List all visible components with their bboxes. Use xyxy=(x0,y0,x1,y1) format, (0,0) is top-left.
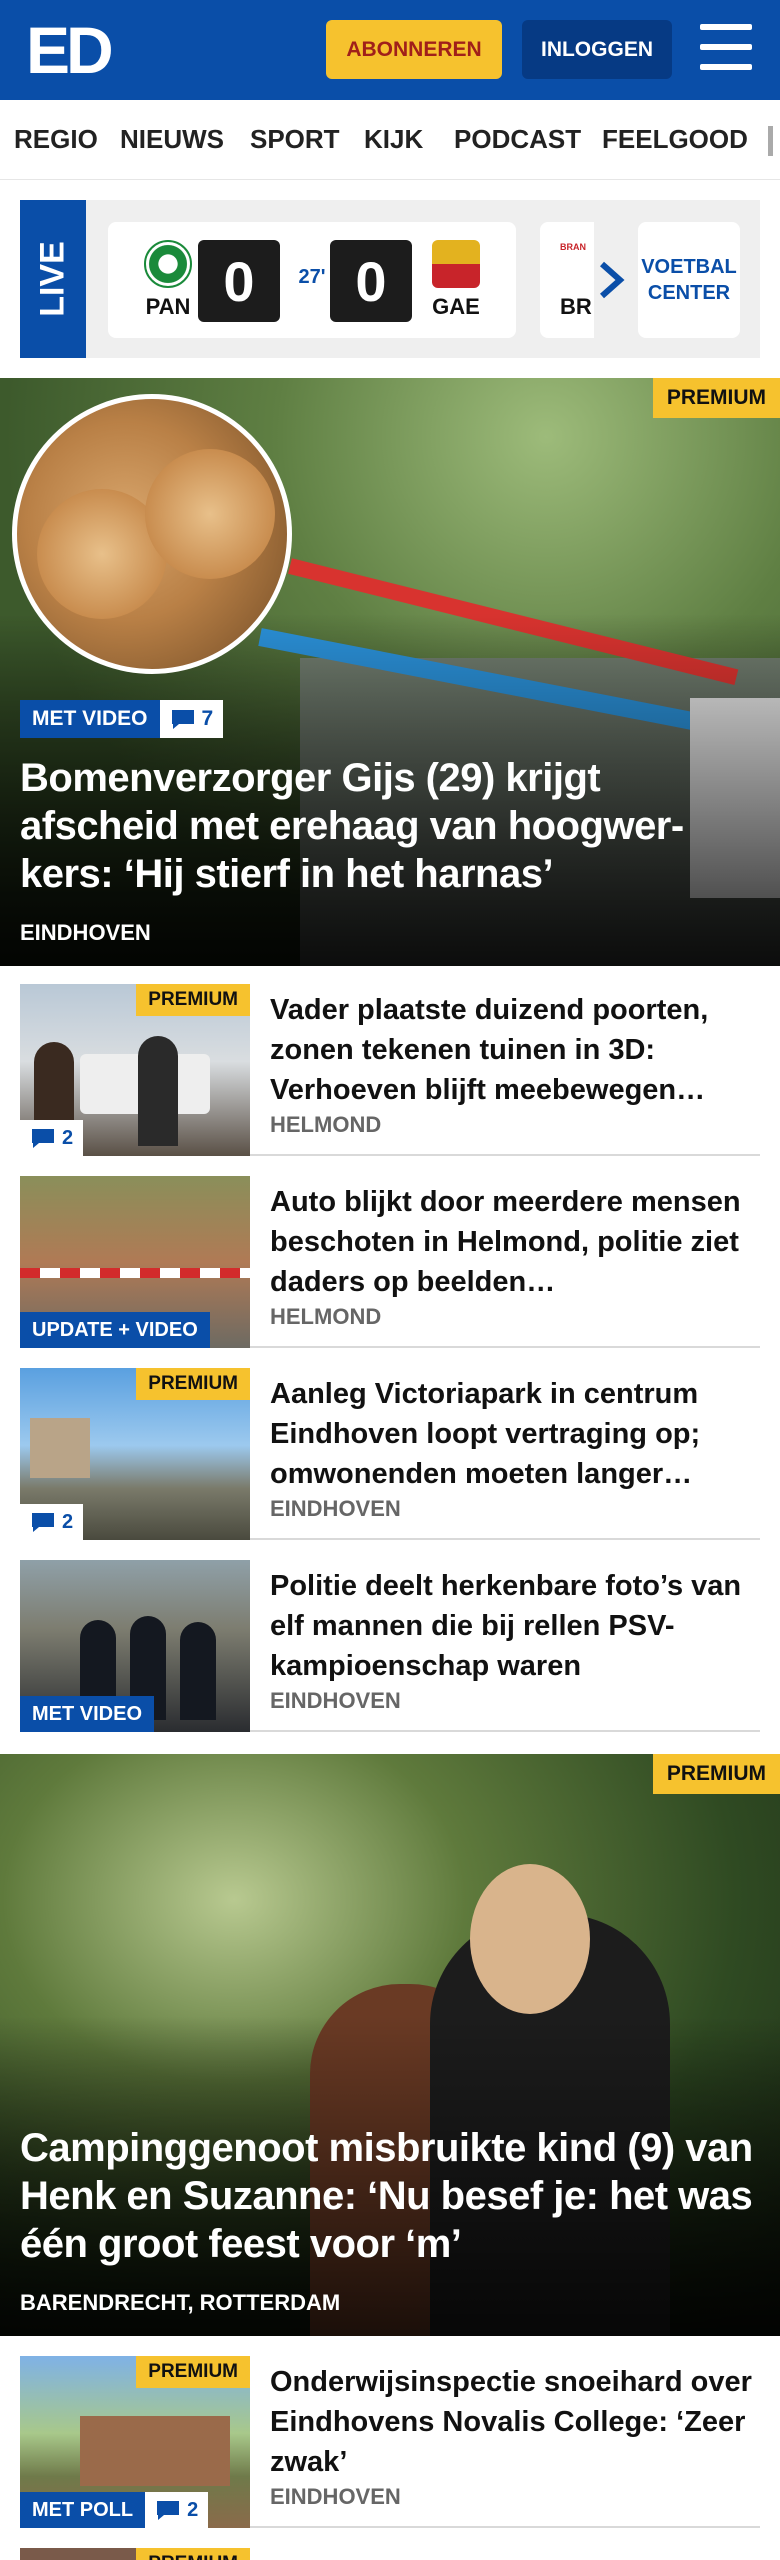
nav-item-kijk[interactable]: KIJK xyxy=(364,124,423,155)
featured-article[interactable]: PREMIUM Campinggenoot misbruikte kind (9… xyxy=(0,1754,780,2336)
article-location: EINDHOVEN xyxy=(270,2484,401,2509)
comment-bubble-icon xyxy=(171,710,194,729)
list-item[interactable]: PREMIUM 2 Vader plaatste duizend poorten… xyxy=(20,984,760,1156)
voetbalcenter-line1: VOETBAL xyxy=(641,256,737,278)
thumb-badges: 2 xyxy=(20,1504,84,1540)
article-location: EINDHOVEN xyxy=(270,1688,401,1713)
article-thumbnail: PREMIUM 2 xyxy=(20,1368,250,1540)
article-thumbnail: UPDATE + VIDEO xyxy=(20,1176,250,1348)
nav-item-sport[interactable]: SPORT xyxy=(250,124,340,155)
section-nav: REGIO NIEUWS SPORT KIJK PODCAST FEELGOOD xyxy=(0,100,780,180)
thumb-person xyxy=(138,1036,178,1146)
comment-bubble-icon xyxy=(32,1129,54,1148)
home-crest-icon xyxy=(144,240,192,288)
comment-count-text: 7 xyxy=(201,707,214,730)
site-header: ED ABONNEREN INLOGGEN xyxy=(0,0,780,100)
thumb-badges: UPDATE + VIDEO xyxy=(20,1312,210,1348)
article-location: HELMOND xyxy=(270,1112,382,1137)
live-label-text: LIVE xyxy=(33,241,72,317)
list-item[interactable]: UPDATE + VIDEO Auto blijkt door meerdere… xyxy=(20,1176,760,1348)
voetbalcenter-line2: CENTER xyxy=(647,282,731,304)
away-team-code: GAE xyxy=(432,294,480,319)
subscribe-button[interactable]: ABONNEREN xyxy=(326,20,502,79)
next-team-code: BR xyxy=(560,294,592,319)
comment-count-text: 2 xyxy=(62,1511,74,1533)
article-title[interactable]: Vader plaatste duizend poorten, zonen te… xyxy=(270,990,760,1110)
article-thumbnail: PREMIUM 2 xyxy=(20,984,250,1156)
premium-badge: PREMIUM xyxy=(136,1368,250,1400)
live-score-bar: LIVE PAN 0 27' 0 GAE BRAN BR VOETBAL CEN… xyxy=(20,200,760,358)
hero-badges: MET VIDEO 7 xyxy=(20,700,224,738)
thumb-building xyxy=(30,1418,90,1478)
article-title[interactable]: Politie deelt herkenbare foto’s van elf … xyxy=(270,1566,760,1686)
next-crest-icon: BRAN xyxy=(560,242,586,252)
match-minute: 27' xyxy=(298,266,326,288)
away-score: 0 xyxy=(330,240,412,322)
login-button[interactable]: INLOGGEN xyxy=(522,20,672,79)
premium-badge: PREMIUM xyxy=(136,2548,250,2560)
comment-bubble-icon xyxy=(32,1513,54,1532)
nav-item-feelgood[interactable]: FEELGOOD xyxy=(602,124,748,155)
comment-count[interactable]: 7 xyxy=(159,700,224,738)
thumb-school-building xyxy=(80,2416,230,2486)
nav-item-podcast[interactable]: PODCAST xyxy=(454,124,581,155)
list-item[interactable]: PREMIUM 2 Aanleg Victoriapark in centrum… xyxy=(20,1368,760,1540)
hero-location: EINDHOVEN xyxy=(20,920,151,945)
hamburger-menu-icon[interactable] xyxy=(700,24,752,72)
next-match-card[interactable]: BRAN BR xyxy=(540,222,594,338)
thumb-badges: 2 xyxy=(20,1120,84,1156)
comment-count[interactable]: 2 xyxy=(145,2492,209,2528)
thumb-badges: MET POLL 2 xyxy=(20,2492,209,2528)
list-item[interactable]: PREMIUM MET POLL 2 Onderwijsinspectie sn… xyxy=(20,2356,760,2528)
thumb-officer xyxy=(180,1622,216,1720)
premium-badge: PREMIUM xyxy=(652,1754,780,1794)
article-location: EINDHOVEN xyxy=(270,1496,401,1521)
article-thumbnail: PREMIUM MET POLL 2 xyxy=(20,2356,250,2528)
police-tape xyxy=(20,1268,250,1278)
wood-slice-2 xyxy=(145,449,275,579)
home-team-code: PAN xyxy=(145,294,191,319)
article-location: HELMOND xyxy=(270,1304,382,1329)
nav-item-regio[interactable]: REGIO xyxy=(14,124,98,155)
thumb-badges: MET VIDEO xyxy=(20,1696,155,1732)
comment-count[interactable]: 2 xyxy=(20,1504,84,1540)
logo[interactable]: ED xyxy=(26,17,122,83)
hero-article[interactable]: PREMIUM MET VIDEO 7 Bomenverzorger Gijs … xyxy=(0,378,780,966)
premium-badge: PREMIUM xyxy=(136,984,250,1016)
article-thumbnail: MET VIDEO xyxy=(20,1560,250,1732)
featured-title[interactable]: Campinggenoot misbruikte kind (9) van He… xyxy=(20,2124,760,2268)
comment-count[interactable]: 2 xyxy=(20,1120,84,1156)
voetbalcenter-link[interactable]: VOETBAL CENTER xyxy=(638,222,740,338)
nav-item-nieuws[interactable]: NIEUWS xyxy=(120,124,224,155)
article-title[interactable]: Onderwijsinspectie snoeihard over Eindho… xyxy=(270,2362,760,2482)
featured-location: BARENDRECHT, ROTTERDAM xyxy=(20,2290,341,2315)
article-title[interactable]: Auto blijkt door meerdere mensen beschot… xyxy=(270,1182,760,1302)
list-item[interactable]: MET VIDEO Politie deelt herkenbare foto’… xyxy=(20,1560,760,1732)
article-title[interactable]: Aanleg Victoriapark in centrum Eindhoven… xyxy=(270,1374,760,1494)
hero-title[interactable]: Bomenverzorger Gijs (29) krijgt afscheid… xyxy=(20,754,760,898)
update-video-badge: UPDATE + VIDEO xyxy=(20,1312,210,1348)
home-score: 0 xyxy=(198,240,280,322)
hero-inset-image xyxy=(12,394,292,674)
match-card[interactable]: PAN 0 27' 0 GAE xyxy=(108,222,516,338)
comment-bubble-icon xyxy=(157,2501,180,2520)
comment-count-text: 2 xyxy=(187,2499,199,2521)
premium-badge: PREMIUM xyxy=(652,378,780,418)
nav-overflow-indicator xyxy=(768,126,773,156)
video-badge: MET VIDEO xyxy=(20,1696,155,1732)
premium-badge: PREMIUM xyxy=(136,2356,250,2388)
article-thumbnail-partial: PREMIUM xyxy=(20,2548,250,2560)
away-crest-icon xyxy=(432,240,480,288)
comment-count-text: 2 xyxy=(62,1127,74,1149)
chevron-right-icon[interactable] xyxy=(592,258,632,302)
live-label: LIVE xyxy=(20,200,86,358)
video-badge: MET VIDEO xyxy=(20,700,160,738)
poll-badge: MET POLL xyxy=(20,2492,146,2528)
